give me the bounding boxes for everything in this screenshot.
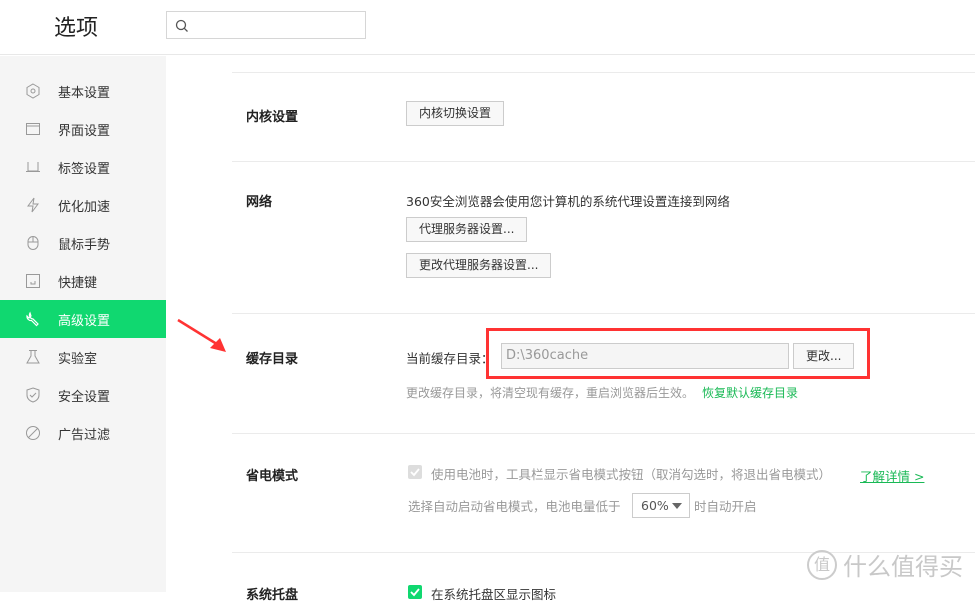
check-icon [410,468,420,477]
sidebar-item-label: 快捷键 [58,276,98,291]
sidebar-item-label: 界面设置 [58,124,111,139]
kernel-switch-button[interactable]: 内核切换设置 [406,101,505,126]
auto-power-prefix: 选择自动启动省电模式，电池电量低于 [408,499,621,514]
header: 选项 [0,0,975,55]
tray-checkbox-label: 在系统托盘区显示图标 [431,587,557,602]
sidebar-item-label: 高级设置 [58,314,111,329]
window-icon [26,123,40,135]
divider [232,433,975,434]
network-desc: 360安全浏览器会使用您计算机的系统代理设置连接到网络 [406,194,730,209]
power-checkbox[interactable] [408,465,422,479]
sidebar-item-9[interactable]: 广告过滤 [0,414,166,452]
cache-label: 缓存目录 [246,352,299,367]
shield-icon [26,387,40,403]
network-label: 网络 [246,195,273,210]
power-checkbox-label: 使用电池时，工具栏显示省电模式按钮（取消勾选时，将退出省电模式） [431,467,832,482]
cache-note: 更改缓存目录，将清空现有缓存，重启浏览器后生效。 [406,386,695,400]
lightning-icon [27,197,39,213]
divider [232,313,975,314]
power-label: 省电模式 [246,469,299,484]
sidebar-item-5[interactable]: 快捷键 [0,262,166,300]
flask-icon [26,350,40,364]
sidebar-item-4[interactable]: 鼠标手势 [0,224,166,262]
sidebar-item-label: 实验室 [58,352,98,367]
tab-icon [26,162,40,172]
current-cache-label: 当前缓存目录： [406,351,494,366]
divider [232,161,975,162]
learn-more-link[interactable]: 了解详情 > [860,466,924,485]
watermark: 值 什么值得买 [807,547,963,582]
watermark-logo: 值 [807,549,837,580]
battery-threshold-select[interactable]: 60% [632,493,690,518]
auto-power-suffix: 时自动开启 [694,499,757,514]
block-icon [26,426,40,440]
sidebar-item-1[interactable]: 界面设置 [0,110,166,148]
sidebar-item-8[interactable]: 安全设置 [0,376,166,414]
watermark-text: 什么值得买 [843,553,963,581]
sidebar-item-label: 广告过滤 [58,428,111,443]
red-arrow-icon [177,318,226,352]
gear-icon [26,83,40,99]
change-proxy-button[interactable]: 更改代理服务器设置... [406,253,552,278]
sidebar-item-7[interactable]: 实验室 [0,338,166,376]
kernel-label: 内核设置 [246,110,299,125]
highlight-box [486,328,870,379]
sidebar-item-label: 基本设置 [58,86,111,101]
tray-label: 系统托盘 [246,588,299,603]
sidebar-item-label: 优化加速 [58,200,111,215]
sidebar-item-3[interactable]: 优化加速 [0,186,166,224]
sidebar-item-label: 标签设置 [58,162,111,177]
sidebar-item-0[interactable]: 基本设置 [0,72,166,110]
sidebar: 基本设置界面设置标签设置优化加速鼠标手势快捷键高级设置实验室安全设置广告过滤 [0,56,166,592]
sidebar-item-6[interactable]: 高级设置 [0,300,166,338]
search-icon [175,19,188,32]
sidebar-item-2[interactable]: 标签设置 [0,148,166,186]
settings-content: 内核设置 内核切换设置 网络 360安全浏览器会使用您计算机的系统代理设置连接到… [166,56,975,603]
keyboard-icon [26,274,40,288]
search-input[interactable] [166,11,366,39]
tray-checkbox[interactable] [408,585,422,599]
page-title: 选项 [54,16,99,41]
restore-cache-link[interactable]: 恢复默认缓存目录 [702,384,798,401]
divider [232,72,975,73]
sidebar-item-label: 鼠标手势 [58,238,111,253]
wrench-icon [26,311,39,327]
sidebar-item-label: 安全设置 [58,390,111,405]
check-icon [410,588,420,597]
mouse-icon [27,236,39,250]
proxy-settings-button[interactable]: 代理服务器设置... [406,217,528,242]
